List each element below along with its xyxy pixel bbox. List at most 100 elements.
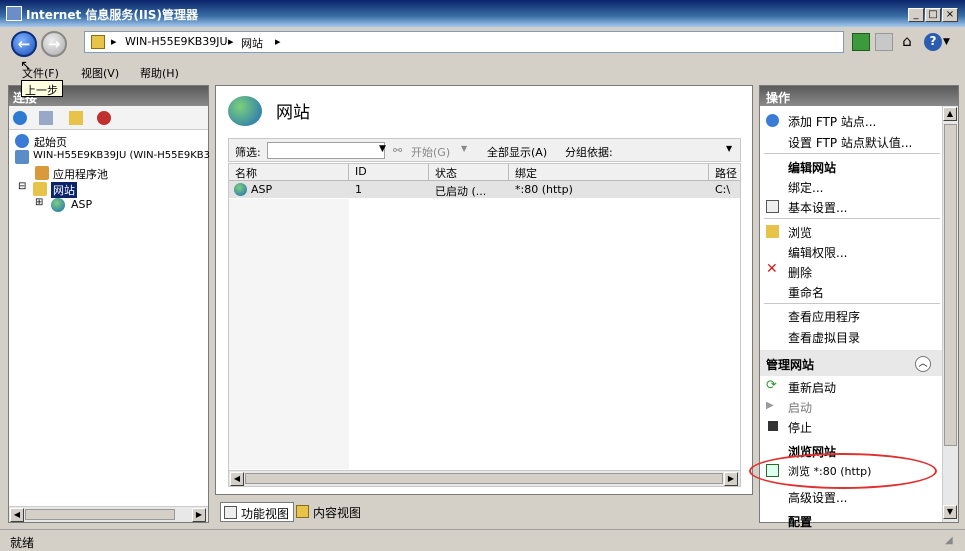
action-add-ftp-site[interactable]: 添加 FTP 站点... [788,113,876,130]
features-view-icon [224,506,237,519]
start-icon: ▶ [766,400,774,411]
tree-start-page[interactable]: 起始页 [34,134,67,150]
help-icon[interactable]: ? [924,33,942,51]
back-arrow-icon: ← [17,35,31,53]
cell-path: C:\ [715,183,731,196]
highlight-ellipse [749,453,937,489]
scroll-thumb[interactable] [25,509,175,520]
breadcrumb-site[interactable]: 网站 [241,35,263,51]
folder-up-icon[interactable] [69,111,83,125]
action-basic-settings[interactable]: 基本设置... [788,199,847,216]
tab-features-view[interactable]: 功能视图 [220,502,295,522]
window-title: Internet 信息服务(IIS)管理器 [26,8,198,22]
address-bar[interactable]: ▸ WIN-H55E9KB39JU ▸ 网站 ▸ [84,31,844,53]
group-dropdown-icon[interactable]: ▼ [726,144,732,153]
actions-header: 操作 [760,86,958,106]
menu-view[interactable]: 视图(V) [81,65,119,81]
collapse-section-icon[interactable]: ︿ [915,356,931,372]
action-edit-permissions[interactable]: 编辑权限... [788,244,847,261]
cell-binding: *:80 (http) [515,183,573,196]
section-manage-site: 管理网站 [766,358,815,372]
address-row: ← → ▸ WIN-H55E9KB39JU ▸ 网站 ▸ ⌂ ? ▼ [0,27,965,61]
scroll-right-icon[interactable]: ▶ [192,508,206,522]
globe-icon [51,198,65,212]
tree-app-pools[interactable]: 应用程序池 [53,166,108,182]
table-row[interactable]: ASP 1 已启动 (... *:80 (http) C:\ [229,181,740,198]
chevron-down-icon[interactable]: ▼ [943,33,961,51]
sites-grid: 名称 ID 状态 绑定 路径 ASP 1 已启动 (... *:80 (http… [228,163,741,487]
iis-app-icon [6,6,22,21]
delete-icon: ✕ [766,261,778,277]
action-stop[interactable]: 停止 [788,419,812,436]
tree-sites[interactable]: 网站 [51,182,77,198]
scroll-right-icon[interactable]: ▶ [724,472,738,486]
start-dropdown-icon[interactable]: ▼ [461,144,467,153]
expand-icon[interactable]: ⊞ [35,197,43,208]
tab-content-view[interactable]: 内容视图 [293,502,365,522]
content-view-icon [296,505,309,518]
forward-button[interactable]: → [41,31,67,57]
filter-bar: 筛选: ▼ ⚯ 开始(G) ▼ 全部显示(A) 分组依据: ▼ [228,138,741,162]
scroll-thumb[interactable] [944,124,957,446]
scroll-thumb[interactable] [245,473,723,484]
filter-input[interactable] [267,142,385,159]
action-explore[interactable]: 浏览 [788,224,812,241]
col-binding[interactable]: 绑定 [509,164,709,181]
horizontal-scrollbar[interactable]: ◀ ▶ [9,506,208,522]
action-view-applications[interactable]: 查看应用程序 [788,308,860,325]
connect-icon[interactable] [13,111,27,125]
action-start[interactable]: 启动 [788,399,812,416]
menu-help[interactable]: 帮助(H) [140,65,179,81]
globe-icon [234,183,247,196]
stop-icon[interactable] [875,33,893,51]
filter-dropdown-icon[interactable]: ▼ [379,144,386,154]
folder-icon [91,35,105,49]
action-ftp-defaults[interactable]: 设置 FTP 站点默认值... [788,134,912,151]
maximize-button[interactable]: □ [925,8,941,22]
action-rename[interactable]: 重命名 [788,284,824,301]
back-tooltip: 上一步 [21,80,63,97]
action-restart[interactable]: 重新启动 [788,379,836,396]
home-icon[interactable]: ⌂ [898,33,916,51]
action-bindings[interactable]: 绑定... [788,179,823,196]
sites-globe-icon [228,96,262,126]
breadcrumb-separator: ▸ [111,35,117,48]
group-by-label: 分组依据: [565,146,613,159]
tree-server[interactable]: WIN-H55E9KB39JU (WIN-H55E9KB3 [33,150,210,161]
close-button[interactable]: × [942,8,958,22]
action-view-virtual-dirs[interactable]: 查看虚拟目录 [788,329,860,346]
scroll-left-icon[interactable]: ◀ [10,508,24,522]
status-text: 就绪 [10,536,35,550]
explore-icon [766,225,779,238]
resize-grip-icon[interactable]: ◢ [945,535,953,546]
vertical-scrollbar[interactable]: ▲ ▼ [942,106,958,522]
scroll-up-icon[interactable]: ▲ [943,107,957,121]
col-status[interactable]: 状态 [429,164,509,181]
action-delete[interactable]: 删除 [788,264,812,281]
sites-folder-icon [33,182,47,196]
action-advanced-settings[interactable]: 高级设置... [788,489,847,506]
add-ftp-icon [766,114,779,127]
tab-features-label: 功能视图 [241,507,290,521]
save-icon[interactable] [39,111,53,125]
col-name[interactable]: 名称 [229,164,349,181]
view-tabs: 功能视图 内容视图 [215,500,753,524]
forward-arrow-icon: → [47,35,61,53]
breadcrumb-server[interactable]: WIN-H55E9KB39JU [125,35,228,48]
restart-icon: ⟳ [766,378,777,393]
start-button[interactable]: 开始(G) [411,144,450,160]
back-button[interactable]: ← [11,31,37,57]
separator [764,153,940,154]
title-bar: Internet 信息服务(IIS)管理器 _ □ × [0,0,965,27]
col-id[interactable]: ID [349,164,429,181]
scroll-left-icon[interactable]: ◀ [230,472,244,486]
refresh-icon[interactable] [852,33,870,51]
grid-horizontal-scrollbar[interactable]: ◀ ▶ [229,470,740,486]
tree-asp-site[interactable]: ASP [71,198,92,211]
scroll-down-icon[interactable]: ▼ [943,505,957,519]
show-all-button[interactable]: 全部显示(A) [487,144,547,160]
disconnect-icon[interactable] [97,111,111,125]
col-path[interactable]: 路径 [709,164,740,181]
collapse-icon[interactable]: ⊟ [18,181,26,192]
minimize-button[interactable]: _ [908,8,924,22]
